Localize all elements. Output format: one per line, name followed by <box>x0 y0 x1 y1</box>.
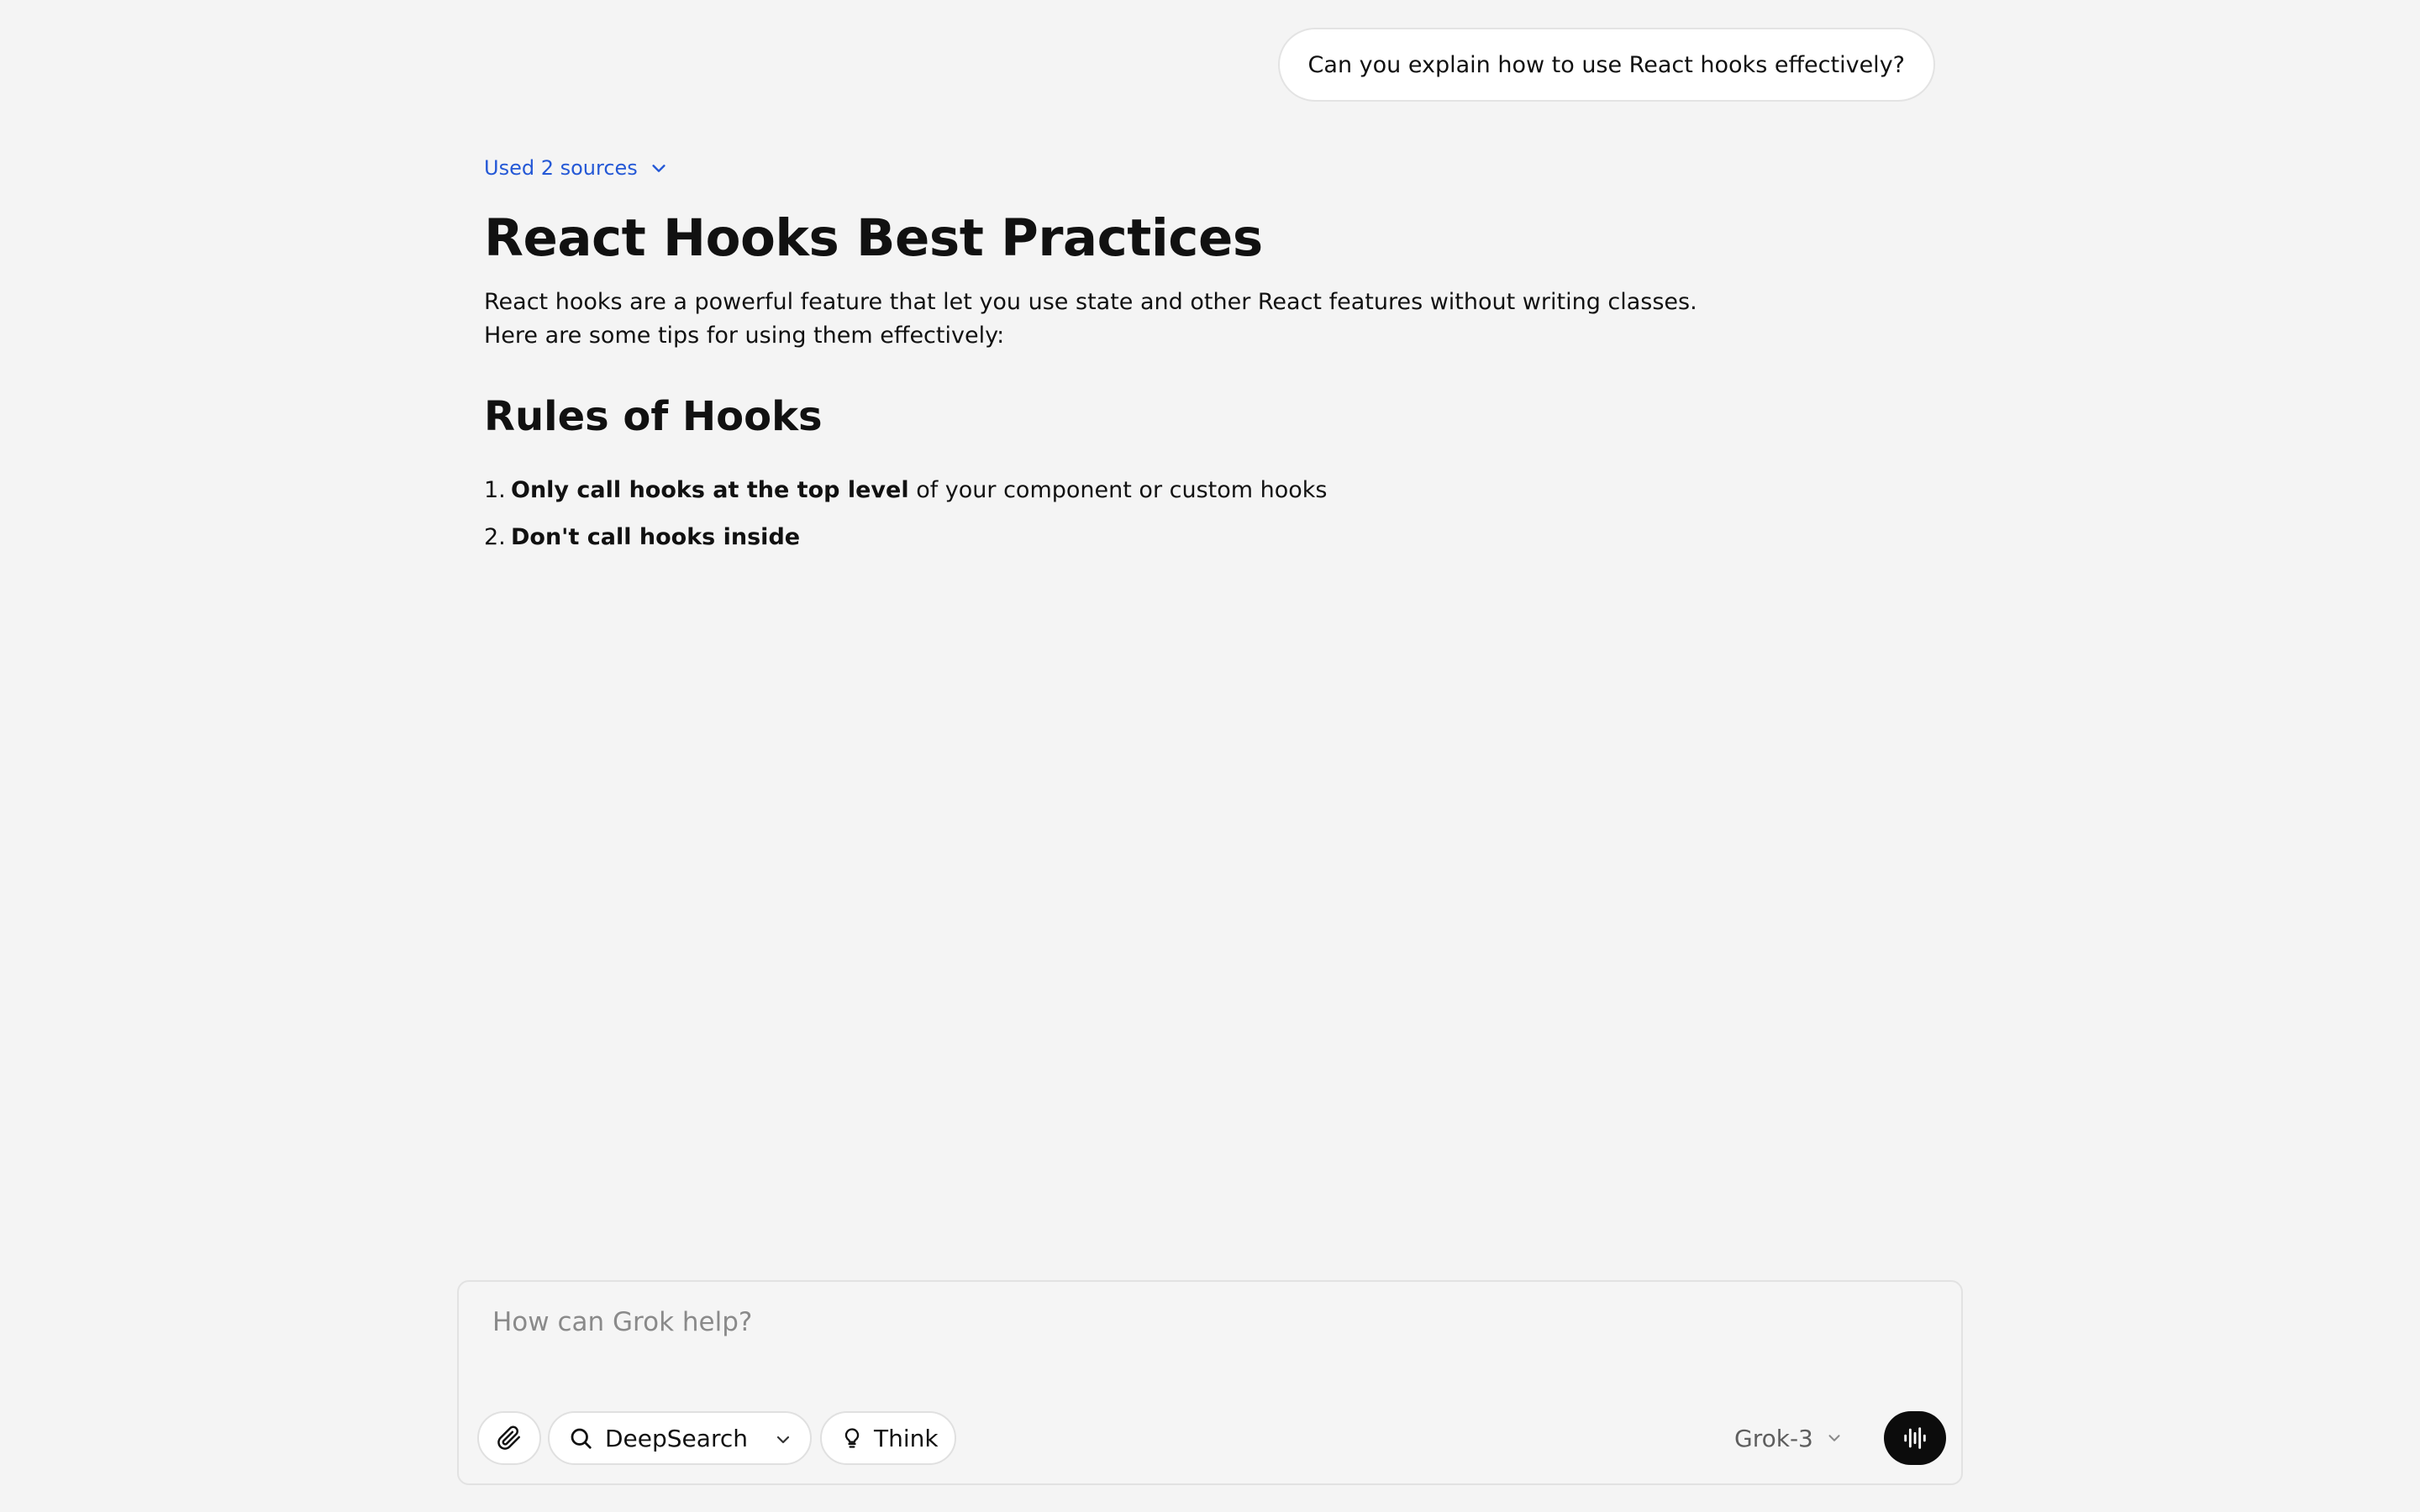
paperclip-icon <box>497 1425 520 1450</box>
chevron-down-icon <box>652 165 666 172</box>
chevron-down-icon <box>1828 1435 1840 1441</box>
message-input[interactable] <box>492 1307 1921 1337</box>
intro-line-2: Here are some tips for using them effect… <box>484 323 1005 349</box>
section-heading: Rules of Hooks <box>484 393 823 440</box>
model-label: Grok-3 <box>1734 1424 1813 1452</box>
intro-line-1: React hooks are a powerful feature that … <box>484 289 1697 315</box>
chat-page: Can you explain how to use React hooks e… <box>0 0 2420 1512</box>
voice-waveform-icon <box>1904 1427 1926 1449</box>
search-icon <box>571 1428 592 1449</box>
list-item-bold: Only call hooks at the top level <box>511 476 909 503</box>
user-message-text: Can you explain how to use React hooks e… <box>1307 51 1905 78</box>
attach-button[interactable] <box>477 1411 541 1465</box>
answer-intro: React hooks are a powerful feature that … <box>484 286 1744 353</box>
model-selector[interactable]: Grok-3 <box>1734 1411 1844 1465</box>
deepsearch-button[interactable]: DeepSearch <box>548 1411 812 1465</box>
list-number: 2. <box>484 523 506 550</box>
sources-toggle[interactable]: Used 2 sources <box>484 156 668 180</box>
think-button[interactable]: Think <box>820 1411 956 1465</box>
chevron-down-icon[interactable] <box>773 1430 793 1450</box>
answer-title: React Hooks Best Practices <box>484 208 1263 268</box>
sources-label: Used 2 sources <box>484 156 638 180</box>
user-message-bubble: Can you explain how to use React hooks e… <box>1277 28 1935 102</box>
deepsearch-label: DeepSearch <box>605 1424 748 1452</box>
list-item: 2. Don't call hooks inside <box>484 513 1328 560</box>
think-label: Think <box>874 1424 939 1452</box>
list-item-text: of your component or custom hooks <box>908 476 1328 503</box>
message-composer: DeepSearch Think Grok-3 <box>457 1280 1963 1485</box>
rules-list: 1. Only call hooks at the top level of y… <box>484 466 1328 560</box>
voice-mode-button[interactable] <box>1884 1411 1946 1465</box>
list-item: 1. Only call hooks at the top level of y… <box>484 466 1328 513</box>
lightbulb-icon <box>844 1428 860 1448</box>
list-number: 1. <box>484 476 506 503</box>
list-item-bold: Don't call hooks inside <box>511 523 801 550</box>
